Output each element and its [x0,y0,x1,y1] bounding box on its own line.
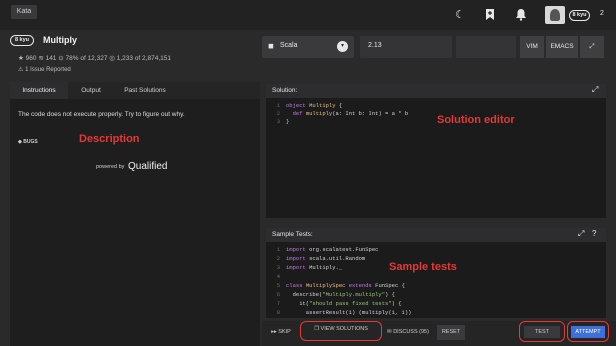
tag-bugs[interactable]: ◆ BUGS [18,139,38,145]
issue-report[interactable]: ⚠ 1 Issue Reported [18,66,71,73]
tab-past-solutions[interactable]: Past Solutions [114,82,176,99]
kata-description: The code does not execute properly. Try … [18,111,185,118]
view-icon: ❐ [314,326,320,332]
powered-by-text: powered by [96,164,125,170]
kata-rank-badge: 8 kyu [10,35,34,46]
thumb-icon: ⊙ [58,55,64,62]
tab-output[interactable]: Output [68,82,114,99]
expand-icon[interactable]: ⤢ [578,229,584,239]
instructions-panel [10,82,260,346]
tag-icon: ◆ [18,139,22,145]
solution-editor[interactable]: 1 object Multiply { 2 def multiply(a: In… [266,98,606,218]
attempt-button[interactable]: ATTEMPT [571,326,605,338]
stack-icon: ◼ [268,43,274,50]
kata-tab[interactable]: Kata [11,5,37,19]
version-select[interactable]: 2.13 [360,36,452,58]
emacs-button[interactable]: EMACS [546,36,578,58]
user-rank-badge: 8 kyu [569,10,590,21]
solution-header: Solution: [266,84,606,98]
expand-icon[interactable]: ⤢ [592,85,598,95]
test-button[interactable]: TEST [524,326,560,338]
help-icon[interactable]: ? [592,229,596,238]
solution-annotation: Solution editor [437,114,515,126]
version-label: 2.13 [368,42,382,49]
view-solutions-button[interactable]: ❐ VIEW SOLUTIONS [300,321,382,341]
bookmark-icon: ★ [18,55,24,62]
sample-tests-header: Sample Tests: [266,228,606,242]
bookmark-count: 960 [25,55,37,62]
bookmark-add-icon[interactable] [483,8,497,22]
discuss-label: DISCUSS (95) [393,329,429,335]
moon-icon[interactable]: ☾ [453,8,467,22]
skip-label: SKIP [278,329,291,335]
notification-count: 2 [600,10,604,17]
qualified-logo: Qualified [128,161,168,172]
stack-icon: ≋ [38,55,44,62]
chevron-down-icon: ▾ [337,41,348,52]
satisfaction-rate: 78% of 12,327 [65,55,108,62]
warning-icon: ⚠ [18,67,24,73]
description-annotation: Description [79,133,140,145]
completions-icon: ◎ [109,55,115,62]
issue-text: 1 Issue Reported [25,67,71,73]
skip-icon: ▸▸ [271,329,277,335]
language-select[interactable]: ◼ Scala ▾ [262,36,354,58]
completion-count: 1,233 of 2,874,151 [116,55,171,62]
tab-instructions[interactable]: Instructions [10,82,68,99]
fullscreen-icon[interactable]: ⤢ [580,36,604,58]
star-count: 141 [45,55,57,62]
vim-button[interactable]: VIM [520,36,544,58]
view-solutions-label: VIEW SOLUTIONS [320,326,368,332]
version-spacer [456,36,516,58]
tag-label: BUGS [23,139,38,145]
kata-title: Multiply [43,35,77,45]
chat-icon: ✉ [387,329,392,335]
tests-annotation: Sample tests [389,261,457,273]
skip-button[interactable]: ▸▸ SKIP [266,325,296,340]
reset-button[interactable]: RESET [437,325,465,340]
kata-stats: ★ 960 ≋ 141 ⊙ 78% of 12,327 ◎ 1,233 of 2… [18,54,171,62]
sample-tests-editor[interactable]: 1 import org.scalatest.FunSpec 2 import sc… [266,242,606,318]
discuss-button[interactable]: ✉ DISCUSS (95) [383,325,433,340]
language-label: Scala [280,42,298,49]
bell-icon[interactable] [514,8,528,22]
avatar[interactable] [545,6,565,24]
